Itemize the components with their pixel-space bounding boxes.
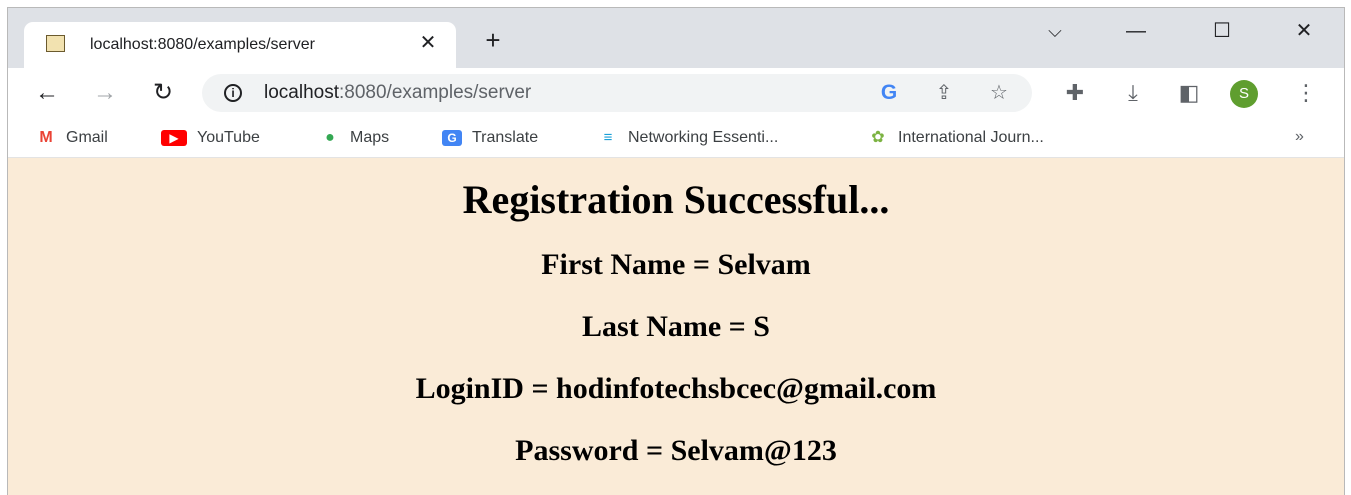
tab-strip: localhost:8080/examples/server ✕ + ⌵ — ☐… — [8, 8, 1344, 68]
cisco-icon: ≡ — [603, 129, 613, 146]
youtube-icon: ▶ — [161, 130, 187, 146]
bookmark-networking[interactable]: ≡ Networking Essenti... — [598, 128, 779, 148]
tab-search-icon[interactable]: ⌵ — [1040, 18, 1070, 44]
bookmark-label: Translate — [472, 129, 539, 146]
bookmark-translate[interactable]: G Translate — [442, 128, 538, 148]
google-lens-icon[interactable]: G — [876, 80, 902, 106]
download-icon[interactable]: ⤓ — [1118, 78, 1148, 108]
first-name-text: First Name = Selvam — [541, 248, 811, 281]
bookmark-star-icon[interactable]: ☆ — [986, 80, 1012, 106]
last-name-text: Last Name = S — [582, 310, 770, 343]
bookmarks-bar: M Gmail ▶ YouTube ● Maps G Translate ≡ N… — [8, 118, 1344, 158]
tab-title: localhost:8080/examples/server — [90, 36, 316, 53]
profile-avatar[interactable]: S — [1230, 80, 1258, 108]
bookmark-label: Gmail — [66, 129, 108, 146]
gmail-icon: M — [39, 129, 53, 146]
forward-icon[interactable]: → — [90, 78, 120, 108]
extensions-icon[interactable]: ✚ — [1060, 78, 1090, 108]
browser-window: localhost:8080/examples/server ✕ + ⌵ — ☐… — [7, 7, 1345, 495]
bookmark-journal[interactable]: ✿ International Journ... — [868, 128, 1044, 148]
url-text[interactable]: localhost:8080/examples/server — [264, 82, 531, 104]
url-path: :8080/examples/server — [339, 82, 532, 103]
active-tab[interactable]: localhost:8080/examples/server ✕ — [24, 22, 456, 68]
bookmark-gmail[interactable]: M Gmail — [36, 128, 108, 148]
share-icon[interactable]: ⇪ — [931, 80, 957, 106]
bookmark-maps[interactable]: ● Maps — [320, 128, 389, 148]
back-icon[interactable]: ← — [32, 78, 62, 108]
bookmark-label: Maps — [350, 129, 390, 146]
maximize-icon[interactable]: ☐ — [1207, 18, 1237, 44]
side-panel-icon[interactable]: ◧ — [1174, 78, 1204, 108]
new-tab-button[interactable]: + — [480, 27, 506, 54]
login-id-text: LoginID = hodinfotechsbcec@gmail.com — [415, 372, 937, 405]
bookmark-label: YouTube — [197, 129, 260, 146]
address-bar[interactable]: i localhost:8080/examples/server G ⇪ ☆ — [202, 74, 1032, 112]
maps-pin-icon: ● — [325, 129, 335, 146]
tab-close-icon[interactable]: ✕ — [416, 31, 440, 55]
bookmark-label: Networking Essenti... — [628, 129, 779, 146]
bookmarks-overflow-icon[interactable]: » — [1295, 128, 1304, 146]
site-info-icon[interactable]: i — [224, 84, 242, 102]
translate-icon: G — [442, 130, 462, 146]
password-text: Password = Selvam@123 — [515, 434, 837, 467]
page-content: Registration Successful... First Name = … — [8, 158, 1344, 495]
tomcat-icon — [46, 35, 65, 52]
url-host: localhost — [264, 82, 339, 103]
page-title: Registration Successful... — [462, 177, 890, 222]
toolbar: ← → ↻ i localhost:8080/examples/server G… — [8, 68, 1344, 118]
bookmark-label: International Journ... — [898, 129, 1044, 146]
menu-icon[interactable]: ⋮ — [1291, 78, 1321, 108]
reload-icon[interactable]: ↻ — [148, 78, 178, 108]
journal-icon: ✿ — [871, 129, 885, 146]
bookmark-youtube[interactable]: ▶ YouTube — [161, 128, 260, 148]
minimize-icon[interactable]: — — [1121, 18, 1151, 44]
close-window-icon[interactable]: ✕ — [1289, 18, 1319, 44]
